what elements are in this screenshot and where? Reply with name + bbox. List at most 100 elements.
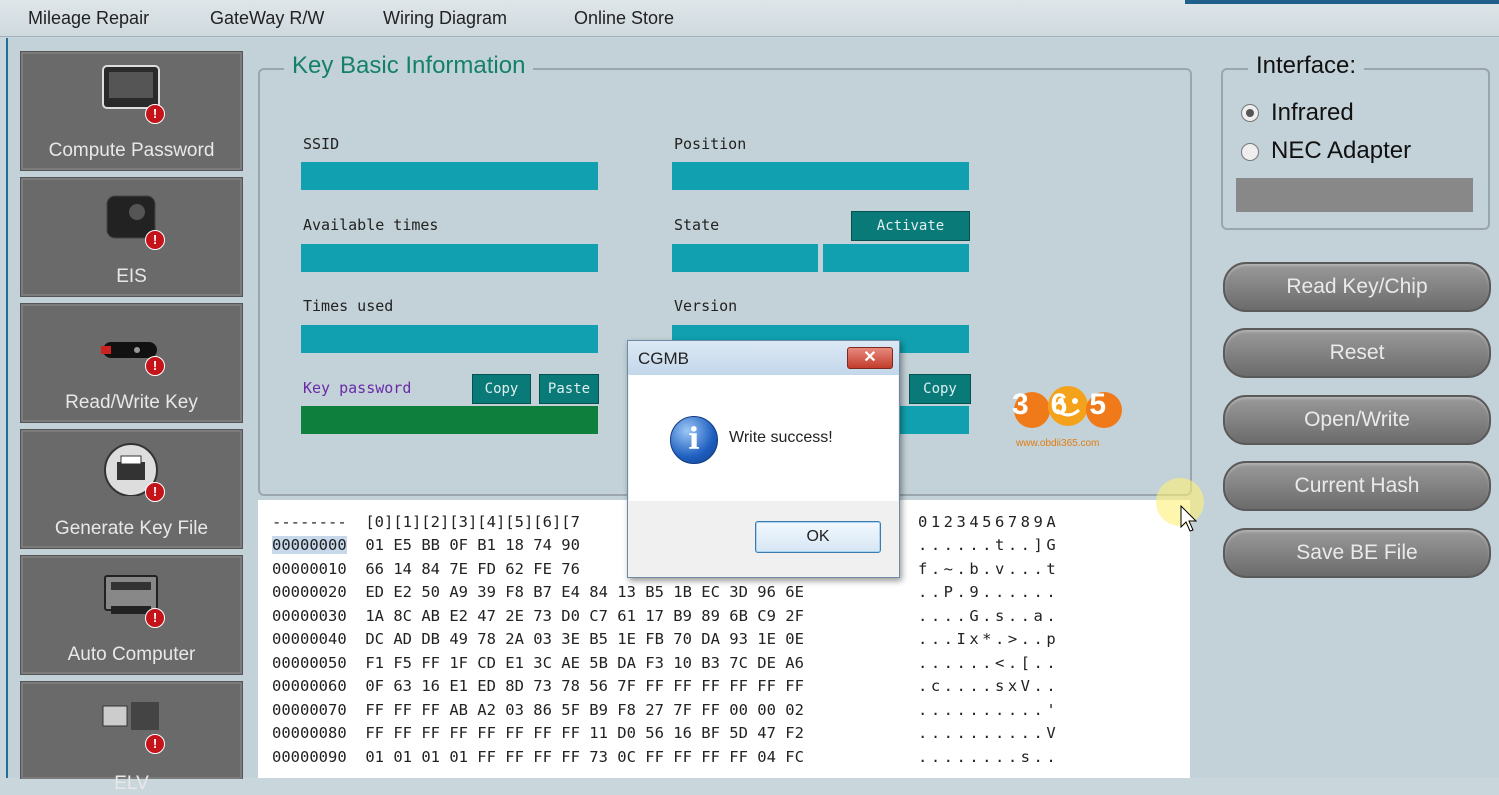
hex-address: 00000060 (272, 677, 347, 695)
hex-address: 00000070 (272, 700, 347, 719)
ascii-header: 0123456789A (918, 513, 1060, 531)
hex-address: 00000090 (272, 747, 347, 766)
menu-gateway-rw[interactable]: GateWay R/W (210, 8, 324, 29)
current-hash-button[interactable]: Current Hash (1223, 461, 1491, 511)
hex-bytes: FF FF FF AB A2 03 86 5F B9 F8 27 7F FF 0… (365, 700, 804, 719)
nec-adapter-radio[interactable] (1241, 143, 1259, 161)
hex-bytes: 1A 8C AB E2 47 2E 73 D0 C7 61 17 B9 89 6… (365, 606, 804, 625)
logo-digits: 365 (1012, 388, 1129, 421)
dialog-close-button[interactable]: ✕ (847, 347, 893, 369)
sidebar-item-label: Read/Write Key (65, 392, 198, 413)
hex-row[interactable]: 00000020 ED E2 50 A9 39 F8 B7 E4 84 13 B… (272, 583, 804, 601)
window-accent (1185, 0, 1499, 4)
ascii-row: ...Ix*.>..p (918, 630, 1060, 648)
warning-badge-icon: ! (145, 230, 165, 250)
hex-row[interactable]: 00000070 FF FF FF AB A2 03 86 5F B9 F8 2… (272, 701, 804, 719)
hex-row[interactable]: 00000080 FF FF FF FF FF FF FF FF 11 D0 5… (272, 724, 804, 742)
ascii-row: f.~.b.v...t (918, 559, 1060, 578)
hex-row[interactable]: 00000060 0F 63 16 E1 ED 8D 73 78 56 7F F… (272, 677, 804, 695)
hex-row[interactable]: 00000050 F1 F5 FF 1F CD E1 3C AE 5B DA F… (272, 654, 804, 672)
interface-title: Interface: (1248, 52, 1365, 80)
sidebar-item-compute-password[interactable]: ! Compute Password (20, 51, 243, 171)
read-key-chip-button[interactable]: Read Key/Chip (1223, 262, 1491, 312)
hex-address: 00000020 (272, 583, 347, 601)
warning-badge-icon: ! (145, 482, 165, 502)
hex-bytes: 01 01 01 01 FF FF FF FF 73 0C FF FF FF F… (365, 747, 804, 766)
hex-row[interactable]: 00000000 01 E5 BB 0F B1 18 74 90 (272, 536, 580, 554)
ssid-label: SSID (303, 135, 340, 153)
ascii-row: ......<.[.. (918, 653, 1060, 672)
logo-url: www.obdii365.com (1016, 438, 1100, 449)
available-times-label: Available times (303, 216, 439, 234)
hex-row[interactable]: 00000010 66 14 84 7E FD 62 FE 76 (272, 560, 580, 578)
state-field-2[interactable] (823, 244, 969, 272)
ascii-row: .c....sxV.. (918, 677, 1060, 695)
menu-mileage-repair[interactable]: Mileage Repair (28, 8, 149, 29)
hex-bytes: 66 14 84 7E FD 62 FE 76 (365, 559, 580, 578)
times-used-label: Times used (303, 297, 394, 315)
hex-address: 00000050 (272, 653, 347, 672)
ssid-field[interactable] (301, 162, 598, 190)
ascii-row: ..........' (918, 700, 1060, 719)
interface-status-bar (1236, 178, 1473, 212)
hex-header: -------- [0][1][2][3][4][5][6][7 (272, 513, 580, 531)
warning-badge-icon: ! (145, 356, 165, 376)
save-be-file-button[interactable]: Save BE File (1223, 528, 1491, 578)
menu-online-store[interactable]: Online Store (574, 8, 674, 29)
sidebar-item-label: Auto Computer (67, 644, 196, 665)
times-used-field[interactable] (301, 325, 598, 353)
position-label: Position (674, 135, 747, 153)
reset-button[interactable]: Reset (1223, 328, 1491, 378)
sidebar-item-auto-computer[interactable]: ! Auto Computer (20, 555, 243, 675)
sidebar-item-read-write-key[interactable]: ! Read/Write Key (20, 303, 243, 423)
ascii-row: ..P.9...... (918, 583, 1060, 601)
ascii-row: ..........V (918, 724, 1060, 742)
key-password-field[interactable] (301, 406, 598, 434)
sidebar-item-label: EIS (116, 266, 147, 287)
sidebar-item-label: ELV (114, 773, 149, 794)
sidebar-item-elv[interactable]: ! ELV (20, 681, 243, 794)
infrared-radio[interactable] (1241, 104, 1259, 122)
hex-bytes: 01 E5 BB 0F B1 18 74 90 (365, 536, 580, 554)
hex-address: 00000030 (272, 606, 347, 625)
open-write-button[interactable]: Open/Write (1223, 395, 1491, 445)
dialog-message: Write success! (729, 429, 833, 446)
dialog-title: CGMB (638, 349, 689, 368)
warning-badge-icon: ! (145, 104, 165, 124)
hex-row[interactable]: 00000030 1A 8C AB E2 47 2E 73 D0 C7 61 1… (272, 607, 804, 625)
ok-button[interactable]: OK (755, 521, 881, 553)
sidebar-item-generate-key-file[interactable]: ! Generate Key File (20, 429, 243, 549)
state-field-1[interactable] (672, 244, 818, 272)
hex-address: 00000080 (272, 724, 347, 742)
hex-address: 00000040 (272, 630, 347, 648)
infrared-label: Infrared (1271, 99, 1354, 126)
menu-wiring-diagram[interactable]: Wiring Diagram (383, 8, 507, 29)
hex-bytes: FF FF FF FF FF FF FF FF 11 D0 56 16 BF 5… (365, 724, 804, 742)
available-times-field[interactable] (301, 244, 598, 272)
ascii-row: ......t..]G (918, 536, 1060, 554)
position-field[interactable] (672, 162, 969, 190)
write-success-dialog: CGMB ✕ i Write success! OK (627, 340, 900, 578)
hex-row[interactable]: 00000090 01 01 01 01 FF FF FF FF 73 0C F… (272, 748, 804, 766)
copy-button-2[interactable]: Copy (909, 374, 971, 404)
hex-bytes: DC AD DB 49 78 2A 03 3E B5 1E FB 70 DA 9… (365, 630, 804, 648)
hex-address: 00000000 (272, 536, 347, 554)
menu-bar: Mileage Repair GateWay R/W Wiring Diagra… (0, 0, 1499, 37)
paste-password-button[interactable]: Paste (539, 374, 599, 404)
mouse-cursor-icon (1180, 504, 1198, 538)
activate-button[interactable]: Activate (851, 211, 970, 241)
sidebar-item-eis[interactable]: ! EIS (20, 177, 243, 297)
hex-bytes: F1 F5 FF 1F CD E1 3C AE 5B DA F3 10 B3 7… (365, 653, 804, 672)
ascii-row: ....G.s..a. (918, 606, 1060, 625)
sidebar-item-label: Generate Key File (54, 518, 209, 539)
nec-adapter-label: NEC Adapter (1271, 137, 1412, 164)
state-label: State (674, 216, 720, 234)
warning-badge-icon: ! (145, 734, 165, 754)
key-info-title: Key Basic Information (284, 52, 534, 80)
hex-bytes: ED E2 50 A9 39 F8 B7 E4 84 13 B5 1B EC 3… (365, 583, 804, 601)
copy-password-button[interactable]: Copy (472, 374, 531, 404)
obdii365-logo: 365 www.obdii365.com (1010, 382, 1130, 452)
hex-row[interactable]: 00000040 DC AD DB 49 78 2A 03 3E B5 1E F… (272, 630, 804, 648)
version-label: Version (674, 297, 738, 315)
hex-address: 00000010 (272, 559, 347, 578)
